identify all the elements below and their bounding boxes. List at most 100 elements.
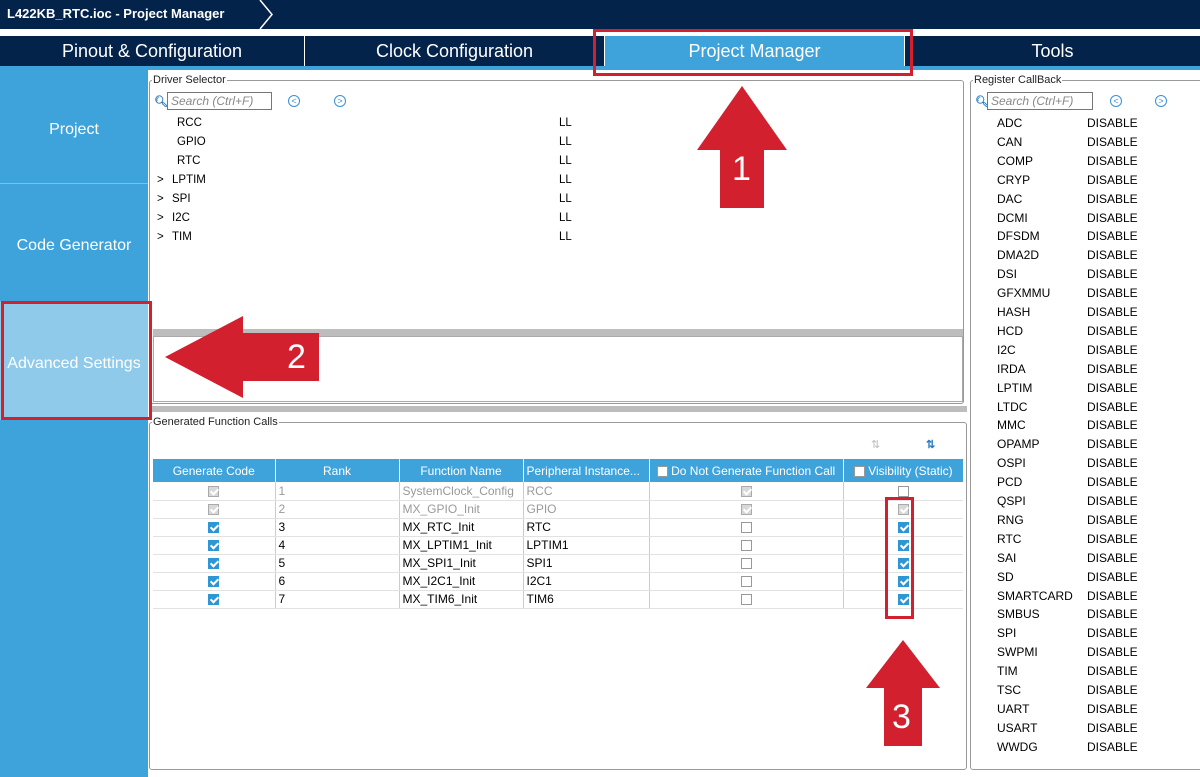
driver-type[interactable]: LL xyxy=(559,133,572,152)
checkbox[interactable] xyxy=(853,465,865,477)
function-name-cell: MX_RTC_Init xyxy=(399,518,524,537)
do-not-generate-checkbox[interactable] xyxy=(740,540,752,552)
driver-type[interactable]: LL xyxy=(559,209,572,228)
callback-value[interactable]: DISABLE xyxy=(1087,190,1138,209)
callback-value[interactable]: DISABLE xyxy=(1087,284,1138,303)
callback-value[interactable]: DISABLE xyxy=(1087,152,1138,171)
do-not-generate-checkbox[interactable] xyxy=(740,486,752,498)
function-name-cell: MX_LPTIM1_Init xyxy=(399,536,524,555)
generate-checkbox[interactable] xyxy=(208,558,220,570)
generate-checkbox[interactable] xyxy=(208,504,220,516)
driver-name[interactable]: RTC xyxy=(177,152,200,171)
callback-value[interactable]: DISABLE xyxy=(1087,398,1138,417)
callback-search-input[interactable]: Search (Ctrl+F) xyxy=(987,92,1093,110)
callback-value[interactable]: DISABLE xyxy=(1087,435,1138,454)
callback-value[interactable]: DISABLE xyxy=(1087,681,1138,700)
col-peripheral-instance[interactable]: Peripheral Instance... xyxy=(523,459,650,482)
driver-type[interactable]: LL xyxy=(559,114,572,133)
callback-value[interactable]: DISABLE xyxy=(1087,114,1138,133)
generate-checkbox[interactable] xyxy=(208,576,220,588)
splitter[interactable] xyxy=(149,406,967,412)
tab-clock-configuration[interactable]: Clock Configuration xyxy=(305,36,605,66)
callback-value[interactable]: DISABLE xyxy=(1087,662,1138,681)
driver-search-input[interactable]: Search (Ctrl+F) xyxy=(167,92,272,110)
callback-value[interactable]: DISABLE xyxy=(1087,605,1138,624)
callback-peripheral: SWPMI xyxy=(997,645,1038,660)
previous-icon[interactable]: < xyxy=(288,95,300,107)
expand-chevron-icon[interactable] xyxy=(157,133,169,152)
callback-value[interactable]: DISABLE xyxy=(1087,568,1138,587)
callback-value[interactable]: DISABLE xyxy=(1087,549,1138,568)
callback-value[interactable]: DISABLE xyxy=(1087,303,1138,322)
driver-type[interactable]: LL xyxy=(559,152,572,171)
generate-checkbox[interactable] xyxy=(208,522,220,534)
callback-value[interactable]: DISABLE xyxy=(1087,360,1138,379)
generate-checkbox[interactable] xyxy=(208,486,220,498)
highlight-box xyxy=(885,497,914,619)
col-do-not-generate[interactable]: Do Not Generate Function Call xyxy=(649,459,844,482)
visibility-checkbox[interactable] xyxy=(897,486,909,498)
callback-value[interactable]: DISABLE xyxy=(1087,322,1138,341)
callback-value[interactable]: DISABLE xyxy=(1087,133,1138,152)
callback-value[interactable]: DISABLE xyxy=(1087,341,1138,360)
callback-value[interactable]: DISABLE xyxy=(1087,738,1138,757)
callback-value[interactable]: DISABLE xyxy=(1087,265,1138,284)
expand-chevron-icon[interactable]: > xyxy=(157,209,169,228)
callback-value[interactable]: DISABLE xyxy=(1087,643,1138,662)
expand-chevron-icon[interactable] xyxy=(157,114,169,133)
callback-value[interactable]: DISABLE xyxy=(1087,492,1138,511)
callback-value[interactable]: DISABLE xyxy=(1087,587,1138,606)
col-rank[interactable]: Rank xyxy=(275,459,400,482)
rank-cell: 1 xyxy=(275,482,400,501)
sidebar-item-code-generator[interactable]: Code Generator xyxy=(0,184,148,302)
driver-name[interactable]: SPI xyxy=(172,190,191,209)
previous-icon[interactable]: < xyxy=(1110,95,1122,107)
generate-checkbox[interactable] xyxy=(208,540,220,552)
driver-name[interactable]: RCC xyxy=(177,114,202,133)
driver-name[interactable]: GPIO xyxy=(177,133,206,152)
col-function-name[interactable]: Function Name xyxy=(399,459,524,482)
sort-up-icon[interactable]: ⇅ xyxy=(871,438,880,451)
callback-value[interactable]: DISABLE xyxy=(1087,473,1138,492)
checkbox[interactable] xyxy=(656,465,668,477)
table-row: 2 MX_GPIO_Init GPIO xyxy=(153,500,963,519)
driver-type[interactable]: LL xyxy=(559,228,572,247)
expand-chevron-icon[interactable]: > xyxy=(157,171,169,190)
expand-chevron-icon[interactable] xyxy=(157,152,169,171)
do-not-generate-checkbox[interactable] xyxy=(740,594,752,606)
function-name-cell: MX_TIM6_Init xyxy=(399,590,524,609)
next-icon[interactable]: > xyxy=(1155,95,1167,107)
callback-value[interactable]: DISABLE xyxy=(1087,171,1138,190)
callback-value[interactable]: DISABLE xyxy=(1087,246,1138,265)
expand-chevron-icon[interactable]: > xyxy=(157,228,169,247)
callback-value[interactable]: DISABLE xyxy=(1087,416,1138,435)
callback-value[interactable]: DISABLE xyxy=(1087,700,1138,719)
callback-value[interactable]: DISABLE xyxy=(1087,719,1138,738)
col-generate-code[interactable]: Generate Code xyxy=(153,459,276,482)
highlight-box xyxy=(593,29,913,76)
next-icon[interactable]: > xyxy=(334,95,346,107)
sidebar-item-project[interactable]: Project xyxy=(0,70,148,184)
sort-down-icon[interactable]: ⇅ xyxy=(926,438,935,451)
callback-value[interactable]: DISABLE xyxy=(1087,227,1138,246)
callback-value[interactable]: DISABLE xyxy=(1087,209,1138,228)
callback-value[interactable]: DISABLE xyxy=(1087,379,1138,398)
callback-value[interactable]: DISABLE xyxy=(1087,511,1138,530)
tab-pinout-configuration[interactable]: Pinout & Configuration xyxy=(0,36,305,66)
driver-name[interactable]: TIM xyxy=(172,228,192,247)
callback-value[interactable]: DISABLE xyxy=(1087,454,1138,473)
driver-name[interactable]: I2C xyxy=(172,209,190,228)
driver-name[interactable]: LPTIM xyxy=(172,171,206,190)
expand-chevron-icon[interactable]: > xyxy=(157,190,169,209)
do-not-generate-checkbox[interactable] xyxy=(740,504,752,516)
do-not-generate-checkbox[interactable] xyxy=(740,576,752,588)
do-not-generate-checkbox[interactable] xyxy=(740,558,752,570)
driver-type[interactable]: LL xyxy=(559,171,572,190)
tab-tools[interactable]: Tools xyxy=(905,36,1200,66)
do-not-generate-checkbox[interactable] xyxy=(740,522,752,534)
driver-type[interactable]: LL xyxy=(559,190,572,209)
callback-value[interactable]: DISABLE xyxy=(1087,624,1138,643)
callback-value[interactable]: DISABLE xyxy=(1087,530,1138,549)
col-visibility[interactable]: Visibility (Static) xyxy=(843,459,963,482)
generate-checkbox[interactable] xyxy=(208,594,220,606)
